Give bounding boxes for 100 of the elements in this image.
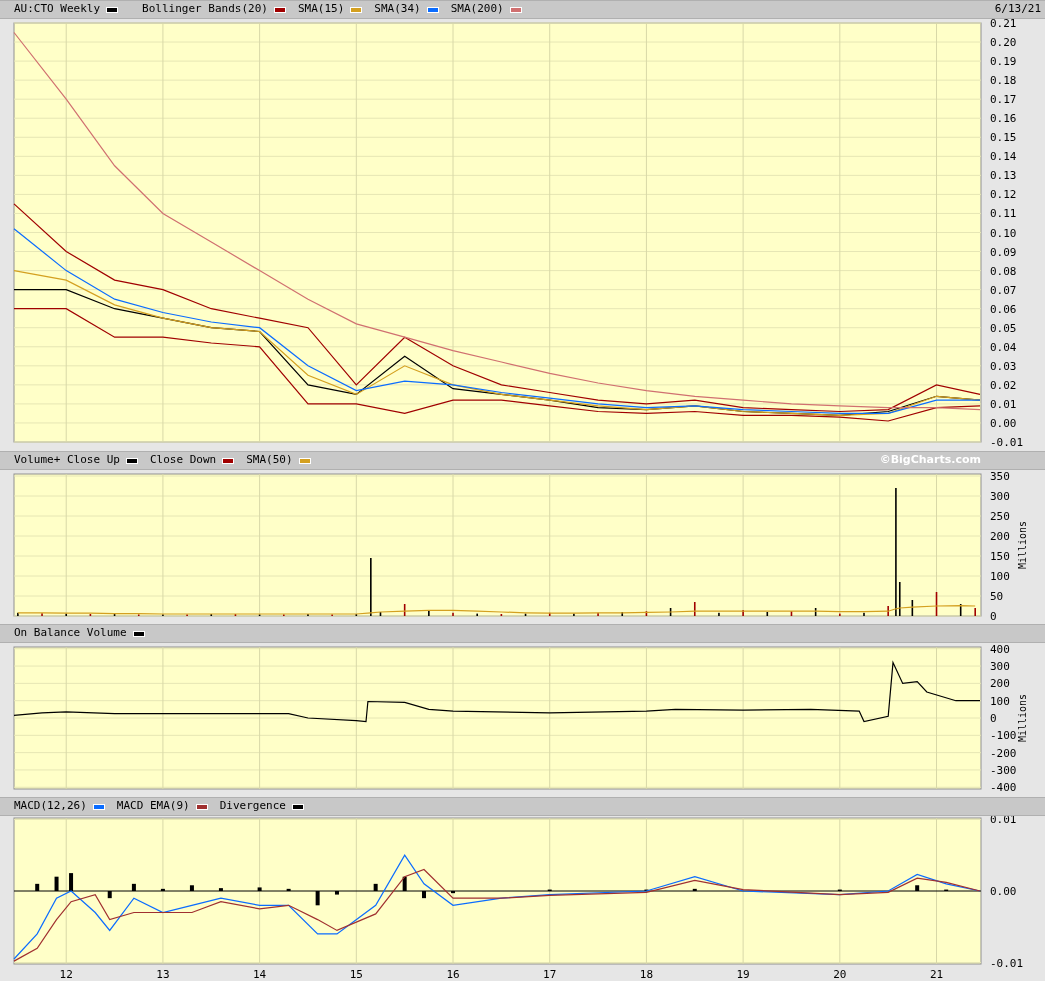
axis-label: 100 <box>990 570 1010 583</box>
legend-swatch <box>92 803 105 810</box>
legend-swatch <box>350 6 363 13</box>
axis-label: 300 <box>990 490 1010 503</box>
divergence-bar <box>218 888 223 891</box>
legend-label: On Balance Volume <box>14 625 127 642</box>
legend-label: SMA(200) <box>450 1 504 18</box>
axis-label: 100 <box>990 694 1010 708</box>
divergence-bar <box>54 876 59 891</box>
divergence-bar <box>35 883 40 891</box>
axis-label: 0.21 <box>990 19 1017 30</box>
axis-label: 0.07 <box>990 283 1017 297</box>
axis-label: 15 <box>349 968 363 980</box>
axis-label: 350 <box>990 470 1010 483</box>
axis-label: 17 <box>543 968 557 980</box>
volume-bar <box>669 608 672 616</box>
axis-label: 0.16 <box>990 112 1017 126</box>
axis-label: 21 <box>929 968 944 980</box>
axis-label: 0.06 <box>990 302 1017 316</box>
legend-swatch <box>222 457 235 464</box>
legend-swatch <box>509 6 522 13</box>
axis-label: 0.03 <box>990 359 1017 373</box>
volume-bar <box>693 602 696 616</box>
divergence-bar <box>131 883 136 891</box>
axis-label: 0.00 <box>990 416 1017 430</box>
axis-label: 250 <box>990 510 1010 523</box>
volume-bar <box>911 600 914 616</box>
divergence-bar <box>915 885 920 891</box>
legend-swatch <box>273 6 286 13</box>
axis-label: 13 <box>156 968 170 980</box>
divergence-bar <box>402 876 407 891</box>
axis-label: 0 <box>990 610 997 623</box>
axis-label: 0.05 <box>990 321 1017 335</box>
legend-label: Bollinger Bands(20) <box>142 1 268 18</box>
divergence-bar <box>257 887 262 891</box>
axis-label: 0.02 <box>990 378 1017 392</box>
axis-label: -400 <box>990 781 1017 795</box>
axis-label: 200 <box>990 530 1010 543</box>
divergence-bar <box>692 888 697 891</box>
axis-label: 0.19 <box>990 55 1017 69</box>
axis-label: 0.20 <box>990 36 1017 50</box>
axis-label: 0.15 <box>990 131 1017 145</box>
legend-swatch <box>291 803 304 810</box>
axis-label: 300 <box>990 660 1010 674</box>
axis-label: 0.01 <box>990 816 1017 827</box>
legend-swatch <box>298 457 311 464</box>
divergence-bar <box>286 888 291 891</box>
axis-label: 200 <box>990 677 1010 691</box>
axis-label: 0.13 <box>990 169 1017 183</box>
axis-label: 50 <box>990 590 1004 603</box>
axis-title: Millions <box>1017 520 1028 570</box>
axis-label: 19 <box>736 968 750 980</box>
axis-label: 0 <box>990 712 997 725</box>
legend-swatch <box>125 457 138 464</box>
axis-label: 0.11 <box>990 207 1017 221</box>
legend-swatch <box>426 6 439 13</box>
axis-label: 0.18 <box>990 74 1017 88</box>
axis-label: 16 <box>446 968 460 980</box>
axis-title: Millions <box>1017 693 1028 743</box>
divergence-bar <box>107 891 112 899</box>
legend-swatch <box>195 803 208 810</box>
divergence-bar <box>422 891 426 899</box>
axis-label: -100 <box>990 729 1017 743</box>
volume-bar <box>379 612 382 616</box>
volume-bar <box>790 611 793 616</box>
axis-label: 150 <box>990 550 1010 563</box>
legend-swatch <box>132 630 145 637</box>
legend-label: Volume+ Close Up <box>14 452 120 469</box>
axis-label: 0.12 <box>990 188 1017 202</box>
legend-label: Close Down <box>149 452 217 469</box>
volume-bar <box>814 608 817 616</box>
divergence-bar <box>335 891 339 895</box>
axis-label: 20 <box>833 968 847 980</box>
legend-swatch <box>106 6 119 13</box>
divergence-bar <box>315 891 320 906</box>
divergence-bar <box>69 873 74 891</box>
volume-bar <box>645 611 648 616</box>
volume-bar <box>766 612 769 616</box>
axis-label: 0.14 <box>990 150 1017 164</box>
axis-label: 0.10 <box>990 226 1017 240</box>
axis-label: 0.17 <box>990 93 1017 107</box>
legend-label: SMA(50) <box>246 452 293 469</box>
axis-label: -0.01 <box>990 436 1024 449</box>
volume-bar <box>935 592 938 616</box>
axis-label: 400 <box>990 643 1010 656</box>
divergence-bar <box>451 891 455 894</box>
volume-bar <box>524 613 527 616</box>
chart-date: 6/13/21 <box>994 1 1041 18</box>
legend-label: MACD EMA(9) <box>116 798 190 815</box>
volume-bar <box>548 612 551 616</box>
axis-label: 0.00 <box>990 885 1017 898</box>
volume-bar <box>959 604 962 616</box>
divergence-bar <box>189 885 194 891</box>
legend-label: AU:CTO Weekly <box>14 1 101 18</box>
volume-bar <box>621 612 624 616</box>
axis-label: 0.09 <box>990 245 1017 259</box>
legend-label: SMA(34) <box>374 1 421 18</box>
axis-label: 18 <box>639 968 654 980</box>
axis-label: -200 <box>990 746 1017 760</box>
axis-label: -300 <box>990 763 1017 777</box>
